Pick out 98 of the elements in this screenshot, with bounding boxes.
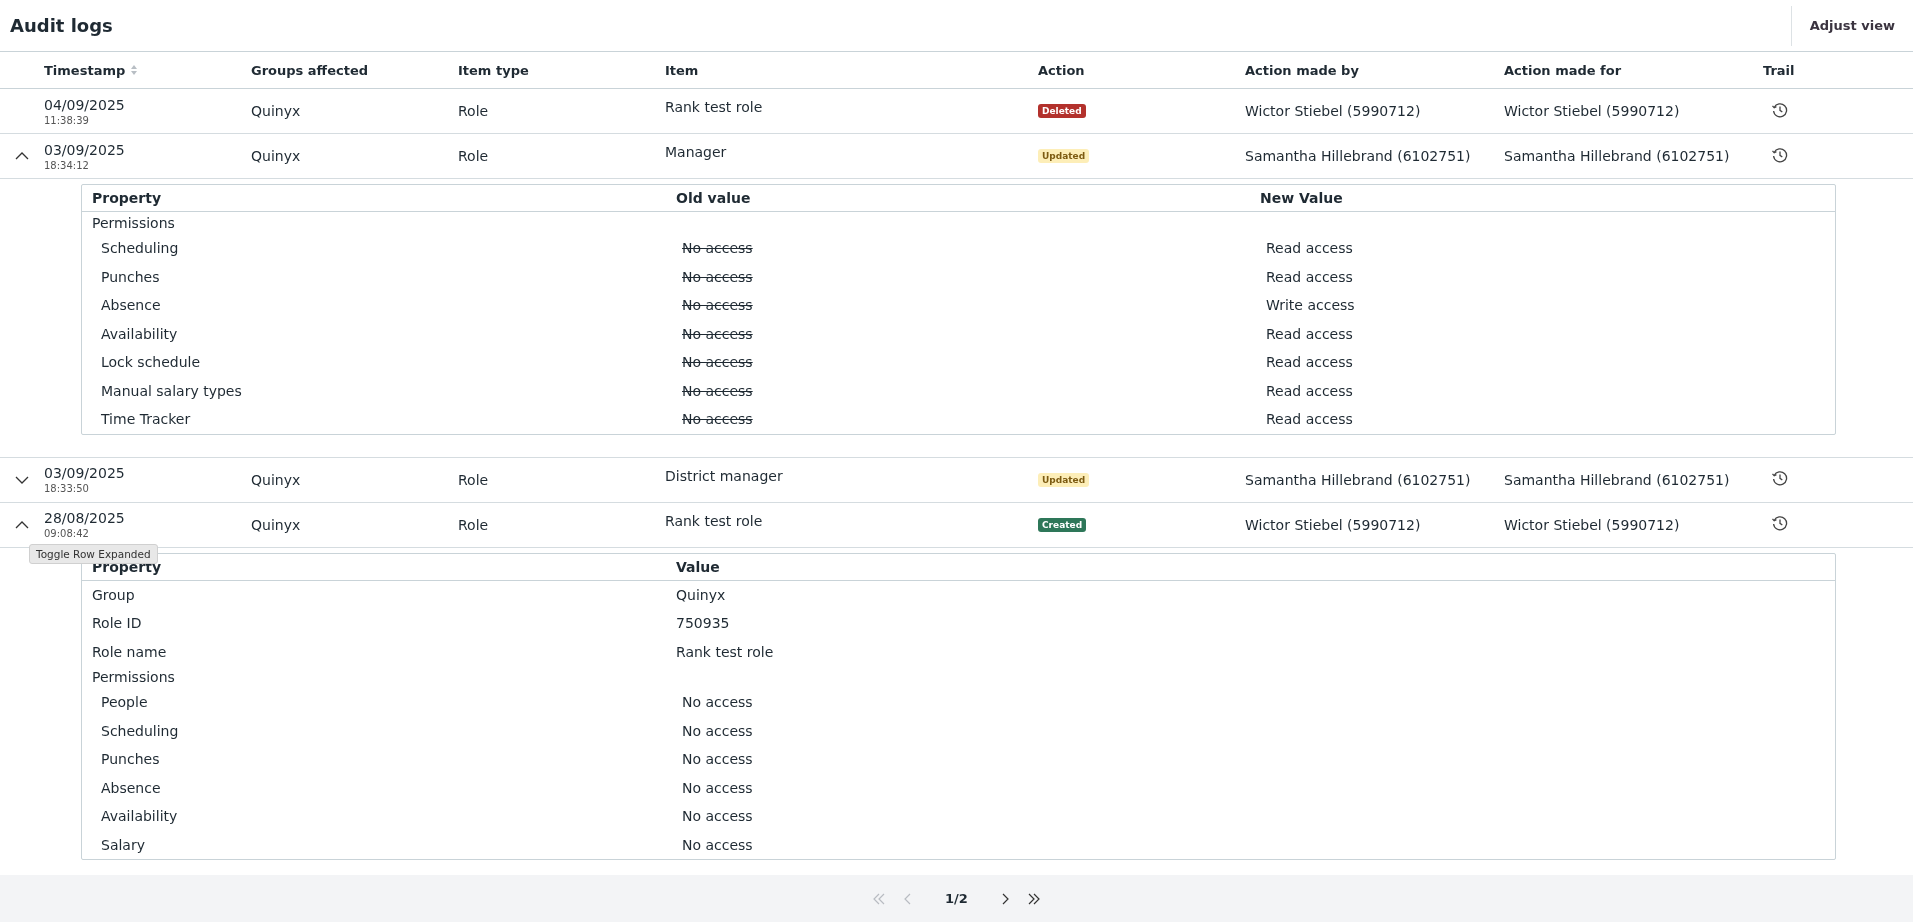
property-value: No access — [681, 694, 754, 711]
status-badge: Deleted — [1038, 104, 1086, 118]
column-header: New Value — [1259, 190, 1344, 206]
table-cell-text: Wictor Stiebel (5990712) — [1245, 516, 1422, 533]
status-badge: Created — [1038, 517, 1087, 532]
table-cell-text: Quinyx — [251, 148, 302, 164]
column-header[interactable]: Action made for — [1504, 62, 1622, 78]
property-value: No access — [681, 836, 754, 853]
column-header[interactable]: Item type — [458, 62, 529, 78]
new-value: Write access — [1265, 297, 1356, 314]
property-value: No access — [681, 779, 754, 796]
property-name: Availability — [100, 325, 179, 342]
new-value: Read access — [1265, 268, 1354, 285]
table-cell-text: Rank test role — [665, 99, 764, 115]
property-name: Time Tracker — [100, 411, 192, 428]
new-value: Read access — [1265, 411, 1354, 428]
table-cell-text: Samantha Hillebrand (6102751) — [1504, 471, 1731, 488]
property-name: Permissions — [91, 215, 176, 231]
table-cell-text: Wictor Stiebel (5990712) — [1504, 516, 1681, 533]
property-name: Absence — [100, 297, 162, 314]
time: 11:38:39 — [44, 114, 90, 126]
old-value: No access — [681, 411, 754, 428]
status-badge: Updated — [1038, 149, 1090, 163]
table-cell-text: Manager — [665, 144, 728, 160]
column-header[interactable]: Action — [1038, 62, 1085, 78]
column-header[interactable]: Item — [665, 62, 699, 78]
chevron-up-icon — [15, 520, 29, 529]
double-chevron-left-icon — [871, 891, 886, 906]
old-value: No access — [681, 382, 754, 399]
new-value: Read access — [1265, 325, 1354, 342]
table-cell-text: Samantha Hillebrand (6102751) — [1245, 148, 1472, 164]
property-name: Role ID — [91, 615, 143, 632]
property-value: No access — [681, 808, 754, 825]
property-name: Permissions — [91, 669, 176, 685]
property-value: Rank test role — [675, 643, 775, 660]
property-name: Manual salary types — [100, 382, 243, 399]
column-header[interactable]: Action made by — [1245, 62, 1359, 78]
date: 28/08/2025 — [44, 510, 126, 526]
property-name: People — [100, 694, 149, 711]
time: 18:34:12 — [44, 159, 90, 171]
table-cell-text: Wictor Stiebel (5990712) — [1504, 103, 1681, 119]
old-value: No access — [681, 354, 754, 371]
old-value: No access — [681, 240, 754, 257]
column-header[interactable]: Timestamp — [44, 62, 126, 78]
table-cell-text: Quinyx — [251, 471, 302, 488]
property-value: 750935 — [675, 615, 731, 632]
new-value: Read access — [1265, 382, 1354, 399]
column-header[interactable]: Trail — [1763, 62, 1795, 78]
table-cell-text: Role — [458, 516, 490, 533]
column-header[interactable]: Groups affected — [251, 62, 368, 78]
table-cell-text: Quinyx — [251, 516, 302, 533]
time: 18:33:50 — [44, 483, 90, 494]
chevron-down-icon — [15, 475, 29, 484]
date: 03/09/2025 — [44, 141, 126, 158]
property-name: Absence — [100, 779, 162, 796]
column-header: Property — [91, 190, 163, 206]
date: 03/09/2025 — [44, 465, 126, 481]
property-name: Scheduling — [100, 240, 180, 257]
double-chevron-right-icon — [1027, 891, 1042, 906]
history-icon[interactable] — [1771, 145, 1789, 164]
old-value: No access — [681, 325, 754, 342]
table-cell-text: Samantha Hillebrand (6102751) — [1504, 148, 1731, 164]
property-name: Salary — [100, 836, 146, 853]
column-header: Value — [675, 558, 721, 575]
adjust-view-button[interactable]: Adjust view — [1790, 5, 1913, 46]
page-indicator: 1/2 — [945, 891, 968, 906]
property-name: Punches — [100, 268, 161, 285]
property-name: Role name — [91, 643, 168, 660]
table-cell-text: Wictor Stiebel (5990712) — [1245, 103, 1422, 119]
property-value: No access — [681, 722, 754, 739]
date: 04/09/2025 — [44, 96, 126, 113]
tooltip: Toggle Row Expanded — [29, 543, 158, 564]
table-cell-text: Quinyx — [251, 103, 302, 119]
old-value: No access — [681, 297, 754, 314]
table-cell-text: Role — [458, 471, 490, 488]
old-value: No access — [681, 268, 754, 285]
status-badge: Updated — [1038, 472, 1090, 487]
table-cell-text: Samantha Hillebrand (6102751) — [1245, 471, 1472, 488]
property-name: Scheduling — [100, 722, 180, 739]
new-value: Read access — [1265, 354, 1354, 371]
chevron-up-icon — [15, 152, 29, 160]
history-icon[interactable] — [1771, 469, 1789, 487]
property-name: Lock schedule — [100, 354, 202, 371]
history-icon[interactable] — [1771, 514, 1789, 532]
history-icon[interactable] — [1771, 100, 1789, 119]
property-value: No access — [681, 751, 754, 768]
property-value: Quinyx — [675, 586, 727, 603]
property-name: Group — [91, 586, 136, 603]
property-name: Availability — [100, 808, 179, 825]
property-name: Punches — [100, 751, 161, 768]
table-cell-text: Rank test role — [665, 512, 764, 529]
table-cell-text: District manager — [665, 467, 784, 484]
table-cell-text: Role — [458, 148, 490, 164]
page-title: Audit logs — [10, 15, 113, 36]
new-value: Read access — [1265, 240, 1354, 257]
table-cell-text: Role — [458, 103, 490, 119]
time: 09:08:42 — [44, 528, 90, 539]
column-header: Old value — [675, 190, 752, 206]
